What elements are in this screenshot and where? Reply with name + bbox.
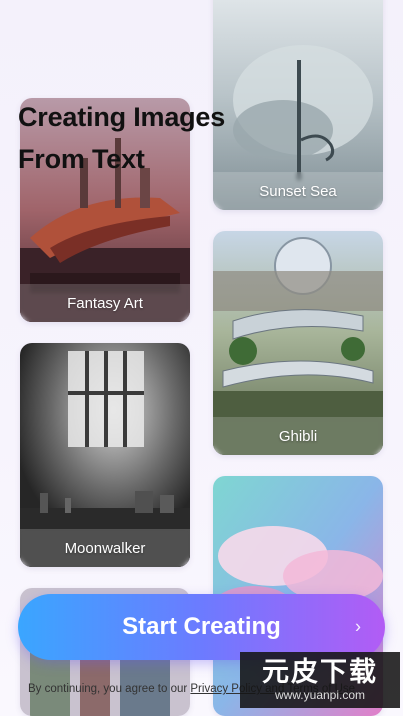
page-title-line-1: Creating Images (18, 102, 226, 132)
style-card-label: Fantasy Art (20, 284, 190, 322)
style-card-ghibli[interactable]: Ghibli (213, 231, 383, 455)
start-creating-button[interactable]: Start Creating › (18, 594, 385, 660)
style-card-label: Ghibli (213, 417, 383, 455)
watermark-logo-text: 元皮下载 (262, 657, 378, 688)
watermark-url: www.yuanpi.com (274, 688, 366, 702)
start-creating-label: Start Creating (122, 613, 281, 640)
site-watermark: 元皮下载 www.yuanpi.com (240, 652, 400, 708)
terms-prefix: By continuing, you agree to our (28, 683, 191, 695)
page-title: Creating Images From Text (18, 96, 278, 180)
style-card-moonwalker[interactable]: Moonwalker (20, 343, 190, 567)
page-title-line-2: From Text (18, 144, 145, 174)
chevron-right-icon: › (355, 616, 361, 637)
style-card-label: Moonwalker (20, 529, 190, 567)
